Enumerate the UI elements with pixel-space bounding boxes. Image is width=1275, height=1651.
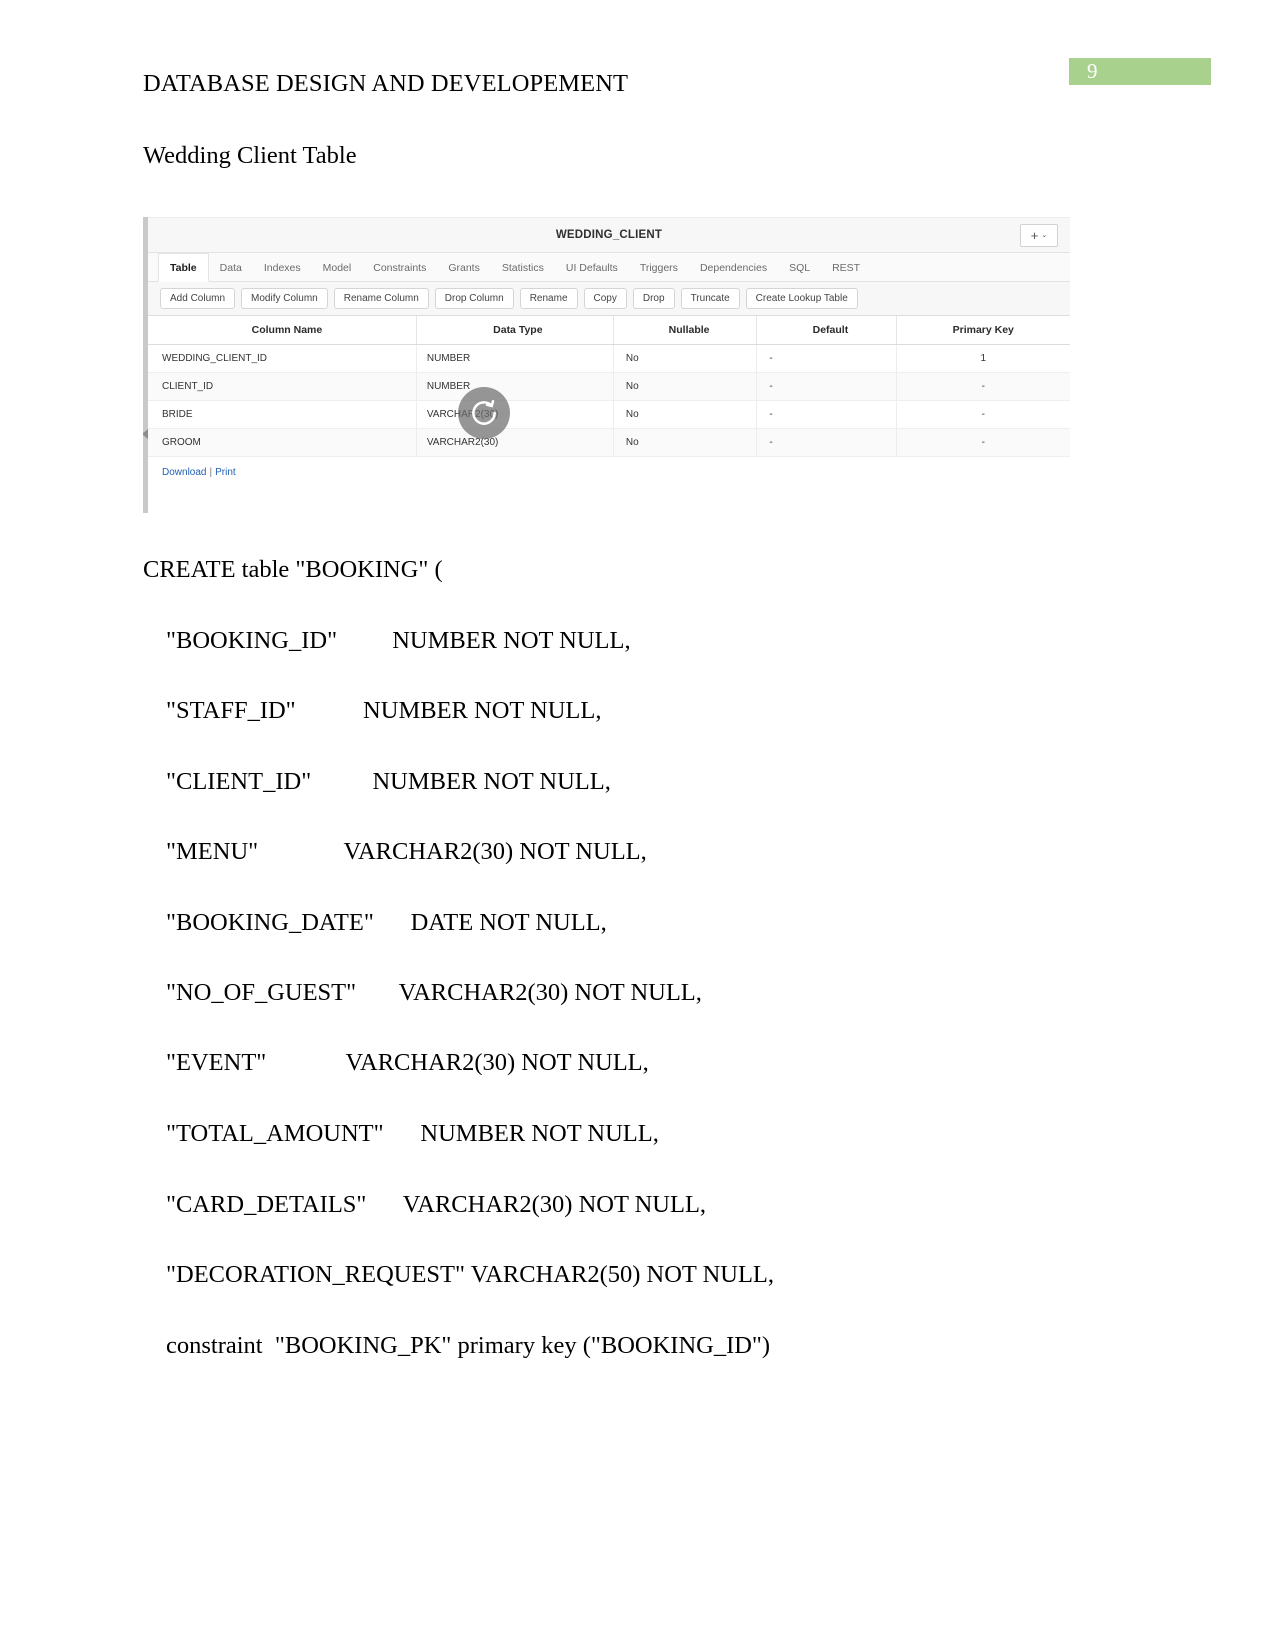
table-footer-links: Download | Print (148, 457, 1070, 478)
drop-button[interactable]: Drop (632, 288, 675, 309)
sql-line: "EVENT" VARCHAR2(30) NOT NULL, (166, 1049, 649, 1076)
table-row[interactable]: WEDDING_CLIENT_ID NUMBER No -1 (148, 344, 1070, 373)
column-header-data-type[interactable]: Data Type (416, 316, 614, 345)
cell-nullable: No (613, 400, 758, 429)
column-header-column-name[interactable]: Column Name (148, 316, 417, 345)
cell-default: - (756, 400, 897, 429)
cell-name: WEDDING_CLIENT_ID (148, 344, 417, 373)
app-table-name: WEDDING_CLIENT (555, 229, 663, 241)
columns-table: Column Name Data Type Nullable Default Prima… (148, 316, 1070, 457)
tab-ui-defaults[interactable]: UI Defaults (555, 254, 629, 281)
tab-rest[interactable]: REST (821, 254, 871, 281)
download-link[interactable]: Download (162, 467, 206, 478)
table-header-row: Column Name Data Type Nullable Default Prima… (148, 316, 1070, 345)
chevron-down-icon: ⌄ (1041, 232, 1048, 239)
table-row[interactable]: GROOM VARCHAR2(30) No - - (148, 428, 1070, 457)
cell-nullable: No (613, 344, 758, 373)
app-header: WEDDING_CLIENT + ⌄ (148, 217, 1070, 253)
tab-data[interactable]: Data (209, 254, 253, 281)
sql-line: CREATE table "BOOKING" ( (143, 556, 443, 583)
app-tab-bar: Table Data Indexes Model Constraints Grants St… (148, 253, 1070, 282)
section-title: Wedding Client Table (143, 142, 357, 169)
cell-nullable: No (613, 372, 758, 401)
modify-column-button[interactable]: Modify Column (241, 288, 328, 309)
cell-name: CLIENT_ID (148, 372, 417, 401)
cell-type: VARCHAR2(30) (416, 400, 614, 429)
cell-pk: 1 (896, 344, 1070, 373)
page-title: DATABASE DESIGN AND DEVELOPEMENT (143, 70, 629, 97)
add-column-button[interactable]: Add Column (160, 288, 236, 309)
drop-column-button[interactable]: Drop Column (434, 288, 514, 309)
tab-sql[interactable]: SQL (778, 254, 821, 281)
sql-line: "CARD_DETAILS" VARCHAR2(30) NOT NULL, (166, 1191, 707, 1218)
tab-indexes[interactable]: Indexes (253, 254, 312, 281)
cell-name: GROOM (148, 428, 417, 457)
page-number-badge: 9 (1069, 58, 1211, 85)
tab-triggers[interactable]: Triggers (629, 254, 689, 281)
cell-pk: - (896, 428, 1070, 457)
cell-type: NUMBER (416, 372, 614, 401)
column-header-primary-key[interactable]: Primary Key (896, 316, 1070, 345)
embedded-screenshot: WEDDING_CLIENT + ⌄ Table Data Indexes Model… (143, 217, 1070, 513)
truncate-button[interactable]: Truncate (680, 288, 740, 309)
app-panel: WEDDING_CLIENT + ⌄ Table Data Indexes Model… (148, 217, 1070, 513)
sql-line: "DECORATION_REQUEST" VARCHAR2(50) NOT NU… (166, 1261, 775, 1288)
cell-default: - (756, 372, 897, 401)
tab-statistics[interactable]: Statistics (491, 254, 555, 281)
sql-line: "BOOKING_DATE" DATE NOT NULL, (166, 909, 607, 936)
column-header-nullable[interactable]: Nullable (613, 316, 758, 345)
table-row[interactable]: CLIENT_ID NUMBER No - - (148, 372, 1070, 401)
tab-grants[interactable]: Grants (437, 254, 491, 281)
cell-name: BRIDE (148, 400, 417, 429)
tab-model[interactable]: Model (312, 254, 363, 281)
tab-table[interactable]: Table (158, 253, 209, 282)
rename-button[interactable]: Rename (519, 288, 578, 309)
print-link[interactable]: Print (215, 467, 236, 478)
column-header-default[interactable]: Default (756, 316, 897, 345)
cell-type: NUMBER (416, 344, 614, 373)
cell-nullable: No (613, 428, 758, 457)
sql-line: "BOOKING_ID" NUMBER NOT NULL, (166, 627, 631, 654)
rename-column-button[interactable]: Rename Column (333, 288, 429, 309)
sql-line: "STAFF_ID" NUMBER NOT NULL, (166, 697, 602, 724)
footer-separator: | (209, 467, 213, 478)
tab-constraints[interactable]: Constraints (362, 254, 437, 281)
sql-line: "NO_OF_GUEST" VARCHAR2(30) NOT NULL, (166, 979, 702, 1006)
sql-line: "MENU" VARCHAR2(30) NOT NULL, (166, 838, 647, 865)
tab-dependencies[interactable]: Dependencies (689, 254, 778, 281)
table-body: WEDDING_CLIENT_ID NUMBER No -1 CLIENT_ID NUMB… (148, 344, 1070, 457)
sql-line: constraint "BOOKING_PK" primary key ("BO… (166, 1332, 771, 1359)
plus-icon: + (1030, 228, 1039, 243)
sql-line: "CLIENT_ID" NUMBER NOT NULL, (166, 768, 611, 795)
cell-type: VARCHAR2(30) (416, 428, 614, 457)
sql-line: "TOTAL_AMOUNT" NUMBER NOT NULL, (166, 1120, 659, 1147)
add-dropdown-button[interactable]: + ⌄ (1020, 224, 1058, 247)
table-row[interactable]: BRIDE VARCHAR2(30) No - - (148, 400, 1070, 429)
cell-default: - (756, 428, 897, 457)
app-toolbar: Add Column Modify Column Rename Column Drop… (148, 282, 1070, 316)
page-number: 9 (1087, 59, 1098, 83)
create-lookup-table-button[interactable]: Create Lookup Table (745, 288, 858, 309)
cell-pk: - (896, 372, 1070, 401)
copy-button[interactable]: Copy (583, 288, 627, 309)
cell-pk: - (896, 400, 1070, 429)
cell-default: - (756, 344, 897, 373)
